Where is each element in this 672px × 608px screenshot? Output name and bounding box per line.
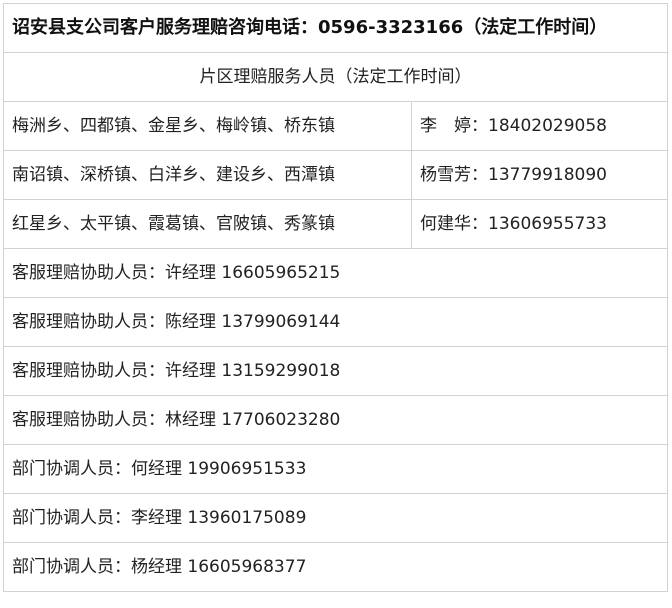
staff-entry: 部门协调人员：何经理 19906951533 (3, 444, 668, 494)
staff-entry: 部门协调人员：杨经理 16605968377 (3, 542, 668, 592)
region-contact: 何建华：13606955733 (411, 199, 668, 249)
staff-entry: 部门协调人员：李经理 13960175089 (3, 493, 668, 543)
title-row: 诏安县支公司客户服务理赔咨询电话：0596-3323166（法定工作时间） (3, 3, 668, 53)
staff-entry: 客服理赔协助人员：林经理 17706023280 (3, 395, 668, 445)
staff-row: 客服理赔协助人员：许经理 16605965215 (3, 248, 668, 298)
staff-row: 客服理赔协助人员：许经理 13159299018 (3, 346, 668, 396)
region-contact: 李 婷：18402029058 (411, 101, 668, 151)
staff-row: 部门协调人员：李经理 13960175089 (3, 493, 668, 543)
region-row: 红星乡、太平镇、霞葛镇、官陂镇、秀篆镇 何建华：13606955733 (3, 199, 668, 249)
table-title: 诏安县支公司客户服务理赔咨询电话：0596-3323166（法定工作时间） (3, 3, 668, 53)
staff-row: 部门协调人员：何经理 19906951533 (3, 444, 668, 494)
region-contact: 杨雪芳：13779918090 (411, 150, 668, 200)
region-areas: 梅洲乡、四都镇、金星乡、梅岭镇、桥东镇 (3, 101, 412, 151)
staff-row: 部门协调人员：杨经理 16605968377 (3, 542, 668, 592)
staff-row: 客服理赔协助人员：林经理 17706023280 (3, 395, 668, 445)
region-areas: 南诏镇、深桥镇、白洋乡、建设乡、西潭镇 (3, 150, 412, 200)
region-row: 梅洲乡、四都镇、金星乡、梅岭镇、桥东镇 李 婷：18402029058 (3, 101, 668, 151)
section-header: 片区理赔服务人员（法定工作时间） (3, 52, 668, 102)
staff-entry: 客服理赔协助人员：许经理 13159299018 (3, 346, 668, 396)
region-row: 南诏镇、深桥镇、白洋乡、建设乡、西潭镇 杨雪芳：13779918090 (3, 150, 668, 200)
section-header-row: 片区理赔服务人员（法定工作时间） (3, 52, 668, 102)
staff-entry: 客服理赔协助人员：许经理 16605965215 (3, 248, 668, 298)
contact-table: 诏安县支公司客户服务理赔咨询电话：0596-3323166（法定工作时间） 片区… (3, 3, 668, 592)
staff-row: 客服理赔协助人员：陈经理 13799069144 (3, 297, 668, 347)
region-areas: 红星乡、太平镇、霞葛镇、官陂镇、秀篆镇 (3, 199, 412, 249)
staff-entry: 客服理赔协助人员：陈经理 13799069144 (3, 297, 668, 347)
